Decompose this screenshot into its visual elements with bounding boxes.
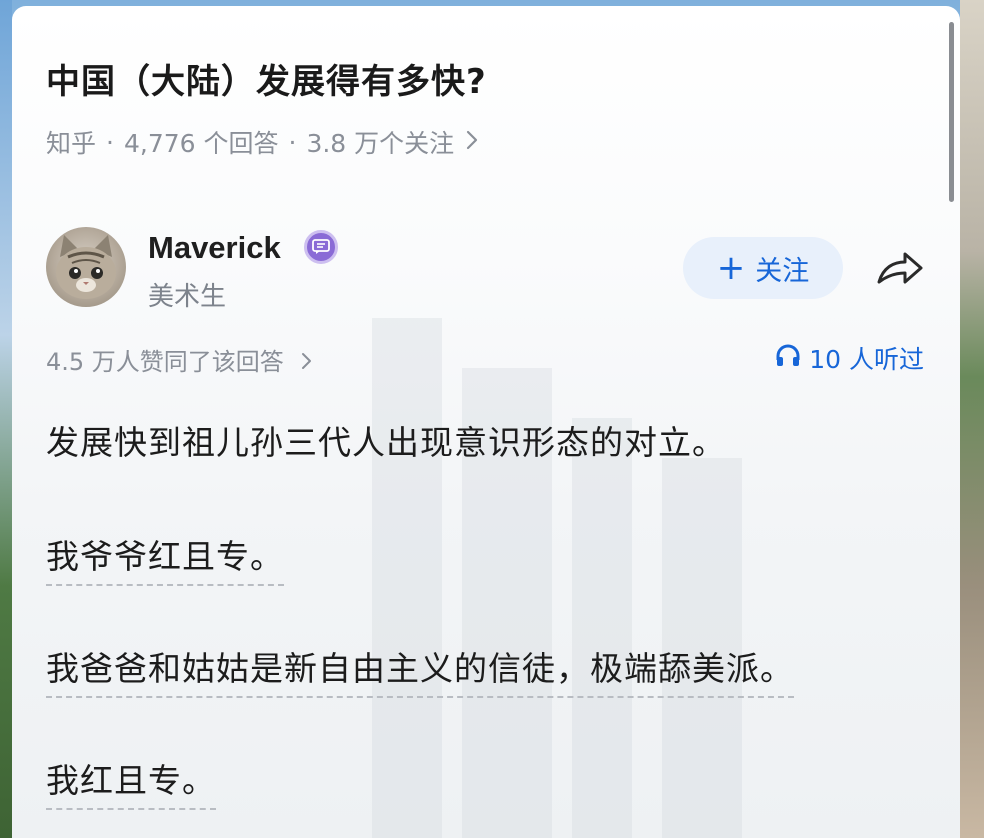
listen-count[interactable]: 10 人听过 [775, 340, 924, 376]
answers-count: 4,776 个回答 [123, 129, 279, 158]
headphones-icon [775, 343, 809, 373]
chevron-right-icon [301, 348, 312, 376]
answer-paragraph[interactable]: 我爸爸和姑姑是新自由主义的信徒，极端舔美派。 [46, 642, 794, 698]
creator-badge-icon [304, 230, 338, 264]
chevron-right-icon [466, 128, 478, 156]
avatar[interactable] [46, 227, 126, 307]
separator-dot: · [288, 127, 297, 157]
scrollbar[interactable] [949, 22, 954, 202]
author-name[interactable]: Maverick [148, 230, 281, 266]
source-label: 知乎 [46, 129, 97, 158]
question-title[interactable]: 中国（大陆）发展得有多快? [46, 54, 487, 103]
separator-dot: · [106, 127, 114, 157]
likes-summary[interactable]: 4.5 万人赞同了该回答 [46, 342, 312, 377]
follow-label: 关注 [755, 255, 810, 287]
background-left-edge [0, 0, 12, 838]
answer-paragraph[interactable]: 我爷爷红且专。 [46, 530, 284, 586]
listened-text: 10 人听过 [809, 345, 924, 374]
followers-count: 3.8 万个关注 [306, 129, 455, 158]
likes-text: 4.5 万人赞同了该回答 [46, 348, 284, 376]
answer-card: 中国（大陆）发展得有多快? 知乎 · 4,776 个回答 · 3.8 万个关注 … [12, 6, 960, 838]
answer-paragraph: 发展快到祖儿孙三代人出现意识形态的对立。 [46, 423, 726, 462]
follow-button[interactable]: + 关注 [683, 237, 843, 299]
share-button[interactable] [872, 246, 928, 294]
background-building [372, 318, 442, 838]
background-right-edge [960, 0, 984, 838]
answer-paragraph[interactable]: 我红且专。 [46, 754, 216, 810]
plus-icon: + [716, 248, 746, 288]
author-title: 美术生 [148, 282, 227, 312]
background-building [572, 418, 632, 838]
share-icon [875, 248, 925, 292]
question-meta[interactable]: 知乎 · 4,776 个回答 · 3.8 万个关注 [46, 124, 478, 160]
